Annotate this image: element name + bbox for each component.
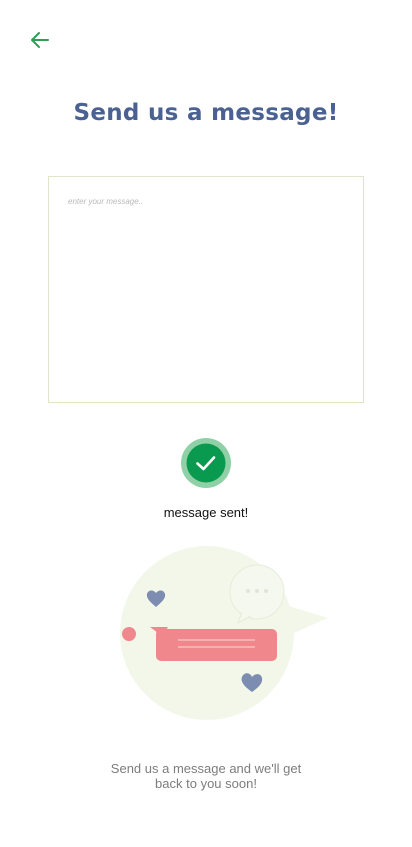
dot-decoration xyxy=(122,627,136,641)
message-box xyxy=(48,176,364,403)
arrow-left-icon xyxy=(31,32,49,48)
status-message: message sent! xyxy=(163,505,249,520)
back-button[interactable] xyxy=(27,28,53,52)
chat-illustration xyxy=(110,540,340,725)
check-circle-icon xyxy=(181,438,231,488)
message-bubble-icon xyxy=(150,627,277,661)
success-badge xyxy=(181,438,231,488)
footer-text: Send us a message and we'll get back to … xyxy=(110,761,302,791)
message-input[interactable] xyxy=(49,177,363,402)
page-title: Send us a message! xyxy=(73,100,339,126)
